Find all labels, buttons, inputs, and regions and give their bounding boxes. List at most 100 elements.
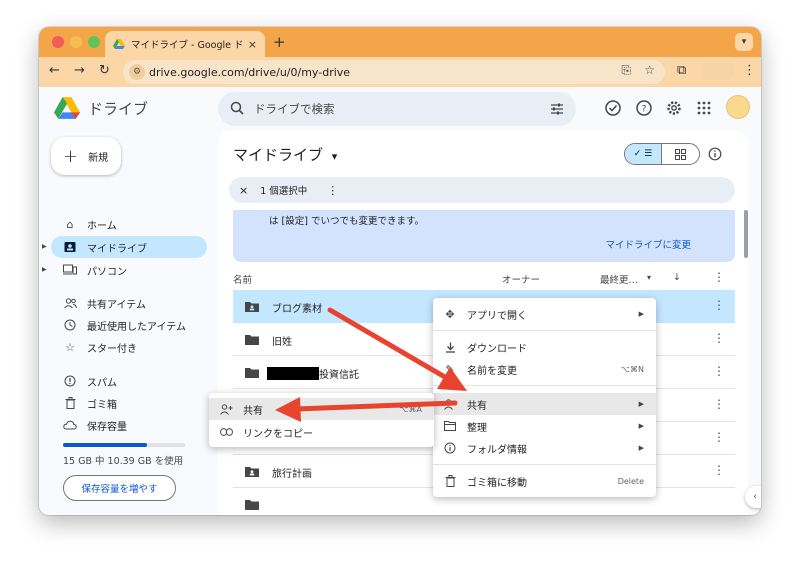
menu-item-rename[interactable]: ✎ 名前を変更 ⌥⌘N (433, 358, 656, 380)
address-bar[interactable]: ⚙ drive.google.com/drive/u/0/my-drive ⎘ … (123, 60, 665, 84)
menu-item-label: ゴミ箱に移動 (467, 477, 527, 489)
info-icon[interactable] (708, 147, 722, 161)
reload-icon[interactable]: ↻ (99, 63, 110, 78)
gear-icon[interactable] (665, 99, 683, 117)
column-name[interactable]: 名前 (233, 272, 252, 286)
row-more-icon[interactable]: ⋮ (713, 331, 725, 345)
sort-arrow-icon[interactable]: ↓ (673, 272, 681, 283)
menu-item-label: アプリで開く (467, 310, 527, 322)
menu-item-label: 共有 (243, 405, 263, 417)
menu-item-label: 名前を変更 (467, 365, 517, 377)
column-modified[interactable]: 最終更… (600, 272, 638, 286)
drive-logo[interactable]: ドライブ (54, 97, 148, 119)
row-more-icon[interactable]: ⋮ (713, 430, 725, 444)
bookmark-star-icon[interactable]: ☆ (644, 63, 655, 77)
menu-item-download[interactable]: ダウンロード (433, 336, 656, 358)
row-more-icon[interactable]: ⋮ (713, 364, 725, 378)
expand-caret-icon[interactable]: ▶ (42, 243, 47, 250)
page-title[interactable]: マイドライブ ▾ (233, 144, 337, 165)
apps-grid-icon[interactable] (695, 99, 713, 117)
search-input[interactable]: ドライブで検索 (218, 92, 576, 126)
svg-text:?: ? (642, 105, 647, 115)
menu-shortcut: Delete (617, 476, 644, 486)
home-icon: ⌂ (66, 217, 74, 231)
menu-item-label: リンクをコピー (243, 428, 313, 440)
search-icon[interactable] (230, 101, 244, 115)
menu-item-share[interactable]: 共有 ▶ (433, 393, 656, 415)
row-more-icon[interactable]: ⋮ (713, 298, 725, 312)
tab-search-chevron-icon[interactable]: ▾ (735, 33, 753, 51)
zoom-window-button[interactable] (88, 36, 100, 48)
avatar[interactable] (726, 95, 750, 119)
info-icon (443, 441, 457, 455)
search-options-icon[interactable] (550, 102, 564, 116)
sidebar-item-spam[interactable]: スパム (51, 370, 207, 392)
profile-chip[interactable] (703, 62, 733, 80)
column-owner[interactable]: オーナー (502, 272, 540, 286)
sidebar-item-trash[interactable]: ゴミ箱 (51, 392, 207, 414)
get-more-storage-button[interactable]: 保存容量を増やす (63, 475, 176, 501)
close-window-button[interactable] (52, 36, 64, 48)
sidebar-item-label: ホーム (87, 220, 117, 232)
share-submenu: 共有 ⌥⌘A リンクをコピー (209, 393, 434, 447)
info-banner: は [設定] でいつでも変更できます。 マイドライブに変更 (233, 210, 735, 262)
new-button[interactable]: + 新規 (51, 137, 121, 175)
computer-icon (63, 263, 77, 277)
show-side-panel-button[interactable]: ‹ (745, 486, 761, 508)
menu-divider (433, 330, 656, 331)
selection-bar: × 1 個選択中 ⋮ (229, 177, 735, 203)
menu-item-organize[interactable]: 整理 ▶ (433, 415, 656, 437)
change-to-my-drive-link[interactable]: マイドライブに変更 (605, 237, 691, 251)
sidebar-item-recent[interactable]: 最近使用したアイテム (51, 314, 207, 336)
sidebar-item-home[interactable]: ⌂ ホーム (51, 213, 207, 235)
sidebar-item-computers[interactable]: パソコン (51, 259, 207, 281)
sidebar-item-label: スパム (87, 377, 117, 389)
browser-tab[interactable]: マイドライブ - Google ドライブ × (105, 31, 265, 57)
menu-item-label: ダウンロード (467, 343, 527, 355)
scrollbar-thumb[interactable] (744, 210, 748, 258)
sort-menu-caret-icon[interactable]: ▾ (647, 273, 651, 282)
sidebar-item-label: 共有アイテム (87, 299, 146, 311)
list-view-button[interactable]: ✓ ☰ (625, 144, 663, 164)
menu-item-open-with[interactable]: ✥ アプリで開く ▶ (433, 303, 656, 325)
back-arrow-icon[interactable]: ← (49, 63, 60, 78)
folder-icon (245, 368, 259, 378)
install-app-icon[interactable]: ⎘ (621, 63, 631, 78)
column-options-icon[interactable]: ⋮ (713, 270, 725, 284)
submenu-item-copy-link[interactable]: リンクをコピー (209, 421, 434, 443)
expand-caret-icon[interactable]: ▶ (42, 266, 47, 273)
file-name: 投資信託 (319, 370, 359, 381)
row-more-icon[interactable]: ⋮ (713, 397, 725, 411)
menu-item-move-to-trash[interactable]: ゴミ箱に移動 Delete (433, 470, 656, 492)
browser-menu-icon[interactable]: ⋮ (743, 63, 756, 78)
spam-icon (63, 374, 77, 388)
sidebar-item-shared[interactable]: 共有アイテム (51, 292, 207, 314)
more-actions-icon[interactable]: ⋮ (327, 184, 338, 197)
grid-view-button[interactable] (662, 144, 699, 164)
help-icon[interactable]: ? (635, 99, 653, 117)
site-info-icon[interactable]: ⚙ (129, 64, 145, 80)
menu-item-folder-info[interactable]: フォルダ情報 ▶ (433, 437, 656, 459)
sidebar-item-label: ゴミ箱 (87, 399, 117, 411)
clear-selection-icon[interactable]: × (239, 184, 248, 197)
storage-usage-text: 15 GB 中 10.39 GB を使用 (63, 456, 184, 467)
shared-icon (63, 296, 77, 310)
cloud-icon (63, 418, 77, 432)
file-name: 旧姓 (272, 337, 292, 348)
sidebar-item-starred[interactable]: ☆ スター付き (51, 336, 207, 358)
new-tab-button[interactable]: + (273, 33, 286, 51)
tab-close-icon[interactable]: × (248, 38, 257, 51)
forward-arrow-icon[interactable]: → (74, 63, 85, 78)
page-title-text: マイドライブ (233, 146, 324, 164)
row-more-icon[interactable]: ⋮ (713, 463, 725, 477)
clock-icon (63, 318, 77, 332)
minimize-window-button[interactable] (70, 36, 82, 48)
sidebar-item-my-drive[interactable]: マイドライブ (51, 236, 207, 258)
menu-item-label: フォルダ情報 (467, 444, 527, 456)
search-placeholder: ドライブで検索 (254, 102, 335, 116)
extensions-icon[interactable]: ⧉ (677, 63, 686, 78)
offline-ready-icon[interactable] (604, 99, 622, 117)
sidebar-item-storage[interactable]: 保存容量 (51, 414, 207, 436)
folder-icon (245, 335, 259, 345)
submenu-item-share[interactable]: 共有 ⌥⌘A (209, 398, 434, 420)
